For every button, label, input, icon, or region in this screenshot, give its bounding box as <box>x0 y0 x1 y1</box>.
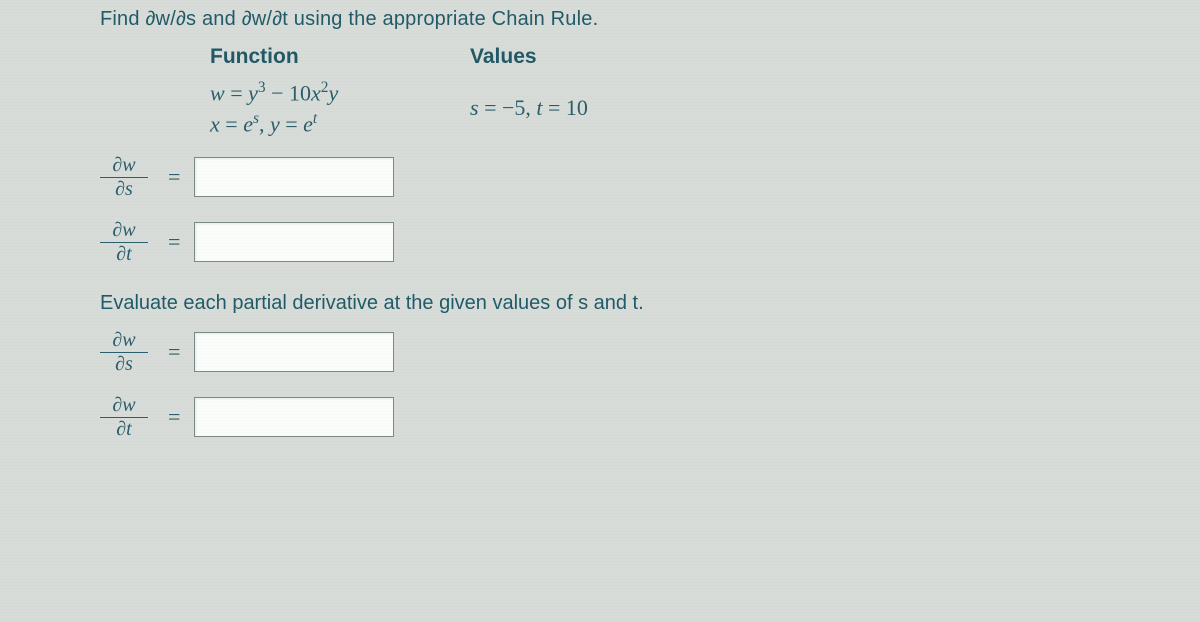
input-dwds-general[interactable] <box>194 157 394 197</box>
function-line-2: x = es, y = et <box>210 108 470 139</box>
equals-sign: = <box>168 164 180 190</box>
input-dwdt-evaluated[interactable] <box>194 397 394 437</box>
fraction-dwdt: ∂w ∂t <box>100 394 148 441</box>
fraction-dwds: ∂w ∂s <box>100 329 148 376</box>
column-headers: Function Values <box>210 45 1160 69</box>
evaluate-prompt: Evaluate each partial derivative at the … <box>100 292 1160 315</box>
evaluated-derivative-answers: ∂w ∂s = ∂w ∂t = <box>100 329 1160 441</box>
header-function: Function <box>210 45 470 69</box>
header-values: Values <box>470 45 537 69</box>
equals-sign: = <box>168 404 180 430</box>
row-dwdt: ∂w ∂t = <box>100 219 1160 266</box>
values-line: s = −5, t = 10 <box>470 93 588 123</box>
input-dwdt-general[interactable] <box>194 222 394 262</box>
equals-sign: = <box>168 229 180 255</box>
equals-sign: = <box>168 339 180 365</box>
problem-prompt: Find ∂w/∂s and ∂w/∂t using the appropria… <box>100 8 1160 31</box>
row-dwdt-eval: ∂w ∂t = <box>100 394 1160 441</box>
row-dwds: ∂w ∂s = <box>100 154 1160 201</box>
input-dwds-evaluated[interactable] <box>194 332 394 372</box>
problem-definition: w = y3 − 10x2y x = es, y = et s = −5, t … <box>210 77 1160 140</box>
general-derivative-answers: ∂w ∂s = ∂w ∂t = <box>100 154 1160 266</box>
function-line-1: w = y3 − 10x2y <box>210 77 470 108</box>
row-dwds-eval: ∂w ∂s = <box>100 329 1160 376</box>
fraction-dwds: ∂w ∂s <box>100 154 148 201</box>
fraction-dwdt: ∂w ∂t <box>100 219 148 266</box>
